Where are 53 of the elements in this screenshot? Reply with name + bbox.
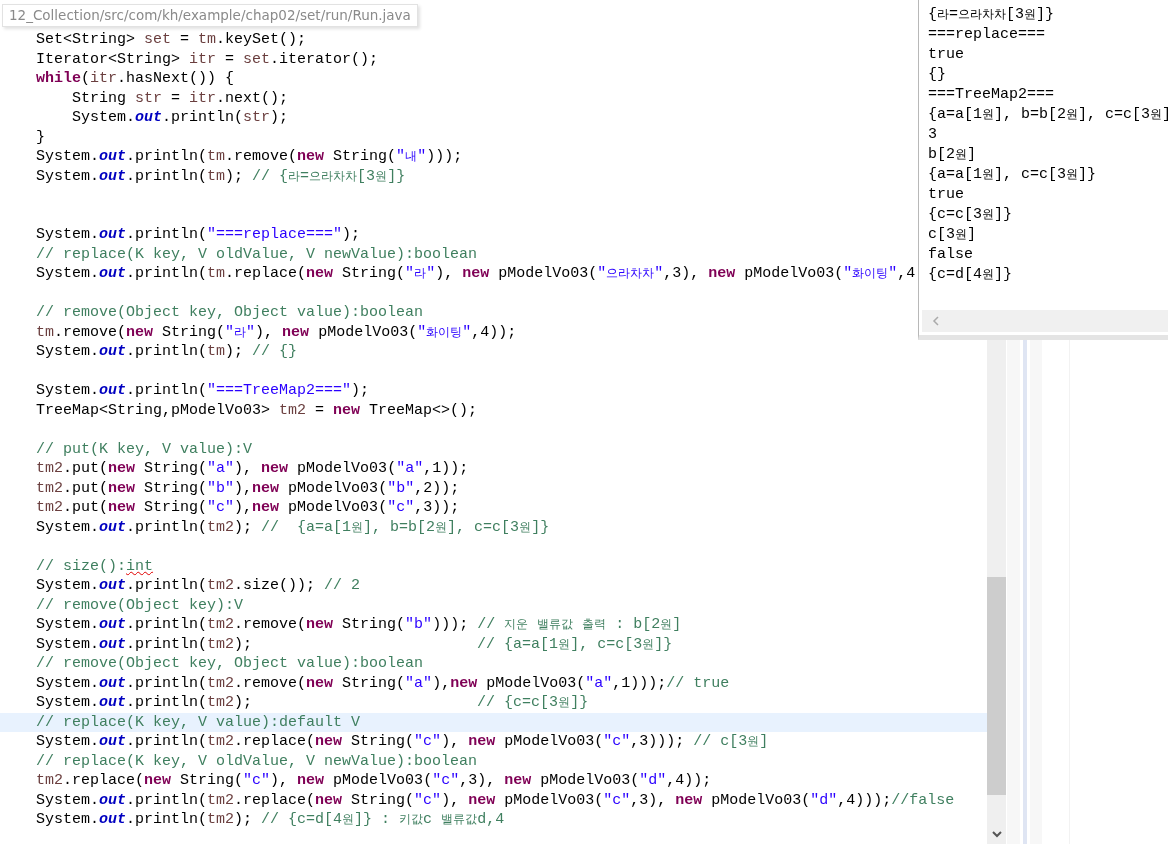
console-line: false — [928, 245, 973, 265]
code-line: // replace(K key, V oldValue, V newValue):boolean — [36, 244, 478, 264]
code-line: tm2.put(new String("a"), new pModelVo03("a",1)); — [36, 459, 469, 479]
code-line: System.out.println(tm2.remove(new String("b"))); // 지운 밸류값 출력 : b[2원] — [36, 615, 682, 635]
console-line: ===TreeMap2=== — [928, 85, 1055, 105]
console-line: {a=a[1원], c=c[3원]} — [928, 165, 1097, 185]
code-line: // size():int — [36, 556, 154, 576]
console-line: {} — [928, 65, 946, 85]
console-line: b[2원] — [928, 145, 977, 165]
code-line: String str = itr.next(); — [71, 88, 289, 108]
code-line: while(itr.hasNext()) { — [36, 69, 235, 89]
code-line: // put(K key, V value):V — [36, 439, 253, 459]
code-line: Iterator<String> itr = set.iterator(); — [36, 49, 379, 69]
code-line: tm2.put(new String("b"),new pModelVo03("b",2)); — [36, 478, 460, 498]
code-line: System.out.println("===TreeMap2==="); — [36, 381, 370, 401]
console-line: {라=으라차차[3원]} — [928, 5, 1055, 25]
code-line: // remove(Object key, Object value):boolean — [36, 303, 424, 323]
code-line: tm.remove(new String("라"), new pModelVo03("화이팅",4)); — [36, 322, 517, 342]
console-line: {c=d[4원]} — [928, 265, 1013, 285]
console-line: {a=a[1원], b=b[2원], c=c[3원] — [928, 105, 1168, 125]
horizontal-scrollbar[interactable] — [922, 310, 1168, 332]
code-line: // replace(K key, V oldValue, V newValue):boolean — [36, 751, 478, 771]
code-line: Set<String> set = tm.keySet(); — [36, 30, 307, 50]
console-line: true — [928, 185, 964, 205]
vertical-scrollbar[interactable] — [987, 340, 1006, 844]
code-line: System.out.println(tm2.remove(new String("a"),new pModelVo03("a",1)));// true — [36, 673, 730, 693]
code-line: System.out.println(tm2); // {a=a[1원], c=c[3원]} — [36, 634, 673, 654]
code-line: System.out.println(str); — [71, 108, 289, 128]
code-line: // remove(Object key):V — [36, 595, 244, 615]
code-line: System.out.println(tm2.replace(new String("c"), new pModelVo03("c",3))); // c[3원] — [36, 732, 769, 752]
console-line: c[3원] — [928, 225, 977, 245]
code-line: System.out.println(tm2); // {c=d[4원]} : 키값c 밸류값d,4 — [36, 810, 505, 830]
code-line: System.out.println(tm2); // {c=c[3원]} — [36, 693, 589, 713]
console-line: ===replace=== — [928, 25, 1046, 45]
code-line: } — [36, 127, 45, 147]
scrollbar-thumb[interactable] — [987, 577, 1006, 795]
code-line: TreeMap<String,pModelVo03> tm2 = new TreeMap<>(); — [36, 400, 478, 420]
code-line: // replace(K key, V value):default V — [36, 712, 361, 732]
code-line: System.out.println("===replace==="); — [36, 225, 361, 245]
code-line: System.out.println(tm.remove(new String("내"))); — [36, 147, 463, 167]
code-line: tm2.put(new String("c"),new pModelVo03("c",3)); — [36, 498, 460, 518]
code-line: tm2.replace(new String("c"), new pModelVo03("c",3), new pModelVo03("d",4)); — [36, 771, 712, 791]
code-line: System.out.println(tm2.replace(new String("c"), new pModelVo03("c",3), new pModelVo03("d",4)));//false — [36, 790, 955, 810]
code-line: System.out.println(tm2.size()); // 2 — [36, 576, 361, 596]
code-line: System.out.println(tm2); // {a=a[1원], b=b[2원], c=c[3원]} — [36, 517, 550, 537]
console-line: 3 — [928, 125, 937, 145]
code-line: // remove(Object key, Object value):boolean — [36, 654, 424, 674]
code-line: System.out.println(tm); // {라=으라차차[3원]} — [36, 166, 406, 186]
file-path-tooltip: 12_Collection/src/com/kh/example/chap02/set/run/Run.java — [2, 4, 418, 27]
console-line: true — [928, 45, 964, 65]
code-line: System.out.println(tm); // {} — [36, 342, 298, 362]
code-line: System.out.println(tm.replace(new String("라"), new pModelVo03("으라차차",3), new pModelVo03("화이팅",4 — [36, 264, 916, 284]
console-line: {c=c[3원]} — [928, 205, 1013, 225]
